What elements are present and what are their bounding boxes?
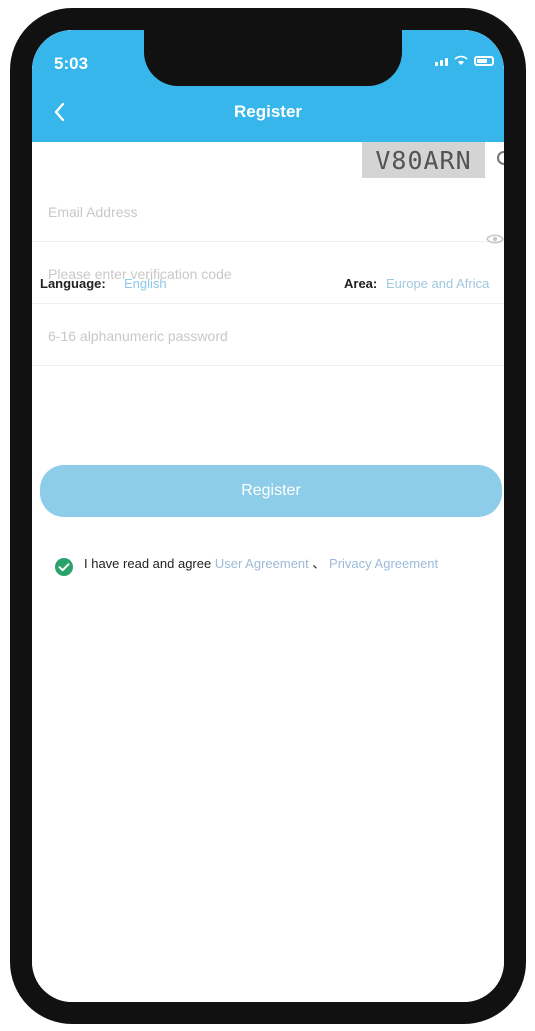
area-value[interactable]: Europe and Africa xyxy=(386,276,489,291)
eye-icon[interactable] xyxy=(486,232,504,246)
privacy-agreement-link[interactable]: Privacy Agreement xyxy=(329,556,438,571)
password-field-row xyxy=(32,304,504,366)
phone-frame: 5:03 Register V80ARN xyxy=(10,8,526,1024)
language-label: Language: xyxy=(40,276,106,291)
app-screen: 5:03 Register V80ARN xyxy=(32,30,504,1002)
refresh-icon[interactable] xyxy=(494,148,504,168)
email-input[interactable] xyxy=(46,196,350,228)
agreement-text: I have read and agree User Agreement 、 P… xyxy=(84,555,504,573)
battery-icon xyxy=(474,56,494,66)
register-button[interactable]: Register xyxy=(40,465,502,517)
agreement-separator: 、 xyxy=(312,556,326,571)
area-label: Area: xyxy=(344,276,378,291)
password-input[interactable] xyxy=(46,320,350,352)
language-area-row: Language: English Area: Europe and Afric… xyxy=(32,258,504,308)
device-notch xyxy=(144,30,402,86)
language-value[interactable]: English xyxy=(124,276,167,291)
user-agreement-link[interactable]: User Agreement xyxy=(215,556,309,571)
agreement-prefix: I have read and agree xyxy=(84,556,212,571)
captcha-image[interactable]: V80ARN xyxy=(362,142,485,178)
page-title: Register xyxy=(233,102,303,121)
email-field-row xyxy=(32,180,504,242)
status-time: 5:03 xyxy=(54,54,89,73)
top-bar: 5:03 Register xyxy=(32,30,504,142)
wifi-icon xyxy=(454,55,468,65)
status-icons xyxy=(435,54,494,66)
signal-icon xyxy=(435,58,448,66)
check-circle-icon[interactable] xyxy=(54,557,74,577)
